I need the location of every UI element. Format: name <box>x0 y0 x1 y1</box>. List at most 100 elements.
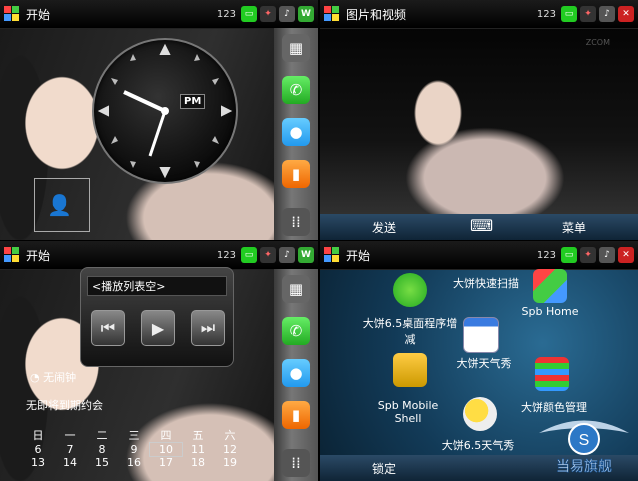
title-bar: 图片和视频 123 ▭ ✦ ♪ ✕ <box>320 0 638 29</box>
svg-text:S: S <box>579 432 590 449</box>
battery-icon[interactable]: ▭ <box>241 247 257 263</box>
volume-icon[interactable]: ♪ <box>599 247 615 263</box>
play-icon[interactable]: ▶ <box>141 310 175 346</box>
weekday-label: 四 <box>160 429 172 442</box>
signal-icon[interactable]: ✦ <box>260 6 276 22</box>
keyboard-icon[interactable]: ▦ <box>282 34 310 62</box>
media-player-icon[interactable]: ▮ <box>282 401 310 429</box>
title-bar: 开始 123 ▭ ✦ ♪ W <box>0 0 318 29</box>
start-title[interactable]: 开始 <box>26 247 50 264</box>
calendar-day[interactable]: 7 <box>54 443 86 456</box>
weekday-label: 五 <box>192 429 204 442</box>
status-tray: 123 ▭ ✦ ♪ ✕ <box>537 5 634 23</box>
app-color-icon-only[interactable] <box>532 357 572 393</box>
volume-icon[interactable]: ♪ <box>279 6 295 22</box>
keyboard-icon[interactable]: ▦ <box>282 275 310 303</box>
battery-icon[interactable]: ▭ <box>561 6 577 22</box>
start-title[interactable]: 开始 <box>26 6 50 23</box>
color-palette-icon <box>535 357 569 391</box>
weather-icon[interactable]: ● <box>282 118 310 146</box>
start-title[interactable]: 开始 <box>346 247 370 264</box>
calendar-day-today[interactable]: 10 <box>149 442 183 457</box>
windows-start-icon[interactable] <box>324 247 340 263</box>
weekday-label: 日 <box>32 429 44 442</box>
app-tray-icon[interactable]: W <box>298 247 314 263</box>
softkey-menu[interactable]: 菜单 <box>562 219 586 236</box>
calendar-day[interactable]: 6 <box>22 443 54 456</box>
media-player-icon[interactable]: ▮ <box>282 160 310 188</box>
site-logo: S 当易旗舰 <box>539 420 629 475</box>
spb-home-icon <box>533 269 567 303</box>
signal-icon[interactable]: ✦ <box>580 6 596 22</box>
home-screen-clock: 开始 123 ▭ ✦ ♪ W PM 👤 ▦ ✆ ● ▮ ⁞⁞ <box>0 0 318 240</box>
weekday-label: 二 <box>96 429 108 442</box>
status-number: 123 <box>536 8 556 20</box>
close-app-icon[interactable]: ✕ <box>618 6 634 22</box>
playlist-field[interactable]: <播放列表空> <box>87 276 227 296</box>
app-weather-show[interactable]: 大饼天气秀 <box>444 355 524 371</box>
app-quick-scan-icon-only[interactable] <box>380 273 440 309</box>
home-screen-media: 开始 123 ▭ ✦ ♪ W <播放列表空> ⏮ ▶ ⏭ ◔ 无闹钟 无即将到期… <box>0 241 318 481</box>
windows-start-icon[interactable] <box>4 247 20 263</box>
battery-icon[interactable]: ▭ <box>241 6 257 22</box>
app-weather-icon-only[interactable] <box>460 397 500 433</box>
photo-viewer[interactable] <box>320 28 638 214</box>
contact-shortcut[interactable]: 👤 <box>34 178 90 232</box>
app-65-weather-show[interactable]: 大饼6.5天气秀 <box>428 437 528 453</box>
calendar-week-row: 6 7 8 9 10 11 12 <box>22 442 252 457</box>
softkey-lock[interactable]: 锁定 <box>372 460 396 477</box>
apps-grid-icon[interactable]: ⁞⁞ <box>282 449 310 477</box>
windows-start-icon[interactable] <box>324 6 340 22</box>
phone-icon[interactable]: ✆ <box>282 317 310 345</box>
app-spb-mobile-shell[interactable]: Spb Mobile Shell <box>368 399 448 425</box>
signal-icon[interactable]: ✦ <box>260 247 276 263</box>
weather-icon[interactable]: ● <box>282 359 310 387</box>
app-window-shortcut[interactable] <box>456 317 506 355</box>
status-number: 123 <box>216 249 236 261</box>
status-number: 123 <box>536 249 556 261</box>
previous-track-icon[interactable]: ⏮ <box>91 310 125 346</box>
app-desktop-programs[interactable]: 大饼6.5桌面程序增减 <box>360 315 460 347</box>
calendar-day[interactable]: 8 <box>86 443 118 456</box>
status-tray: 123 ▭ ✦ ♪ ✕ <box>537 246 634 264</box>
mini-calendar: 日 一 二 三 四 五 六 6 7 8 9 10 11 12 13 14 15 … <box>22 427 252 469</box>
window-icon <box>463 317 499 353</box>
calendar-day[interactable]: 16 <box>118 456 150 469</box>
calendar-day[interactable]: 9 <box>118 443 150 456</box>
logo-text: 当易旗舰 <box>556 459 612 475</box>
analog-clock[interactable]: PM <box>92 38 238 184</box>
next-track-icon[interactable]: ⏭ <box>191 310 225 346</box>
app-spb-home[interactable]: Spb Home <box>510 269 590 318</box>
close-app-icon[interactable]: ✕ <box>618 247 634 263</box>
calendar-day[interactable]: 19 <box>214 456 246 469</box>
calendar-day[interactable]: 11 <box>182 443 214 456</box>
app-tray-icon[interactable]: W <box>298 6 314 22</box>
calendar-day[interactable]: 15 <box>86 456 118 469</box>
calendar-day[interactable]: 14 <box>54 456 86 469</box>
calendar-day[interactable]: 17 <box>150 456 182 469</box>
clock-face-svg <box>97 43 233 179</box>
windows-start-icon[interactable] <box>4 6 20 22</box>
gear-icon <box>393 273 427 307</box>
weekday-label: 一 <box>64 429 76 442</box>
volume-icon[interactable]: ♪ <box>279 247 295 263</box>
appointments-status[interactable]: 无即将到期约会 <box>26 397 103 413</box>
phone-icon[interactable]: ✆ <box>282 76 310 104</box>
am-pm-badge: PM <box>180 94 206 109</box>
calendar-day[interactable]: 18 <box>182 456 214 469</box>
app-folder-shortcut[interactable] <box>390 353 430 389</box>
photo-watermark: ZCOM <box>585 38 610 47</box>
alarm-status[interactable]: ◔ 无闹钟 <box>30 369 76 385</box>
signal-icon[interactable]: ✦ <box>580 247 596 263</box>
pictures-and-videos: ZCOM 图片和视频 123 ▭ ✦ ♪ ✕ 发送 ⌨ 菜单 <box>320 0 638 240</box>
calendar-day[interactable]: 12 <box>214 443 246 456</box>
side-dock: ▦ ✆ ● ▮ ⁞⁞ <box>274 269 318 481</box>
battery-icon[interactable]: ▭ <box>561 247 577 263</box>
calendar-week-row: 13 14 15 16 17 18 19 <box>22 456 252 469</box>
volume-icon[interactable]: ♪ <box>599 6 615 22</box>
calendar-day[interactable]: 13 <box>22 456 54 469</box>
softkey-send[interactable]: 发送 <box>372 219 396 236</box>
soft-key-bar: 发送 ⌨ 菜单 <box>320 214 638 240</box>
keyboard-toggle-icon[interactable]: ⌨ <box>470 216 493 235</box>
apps-grid-icon[interactable]: ⁞⁞ <box>282 208 310 236</box>
